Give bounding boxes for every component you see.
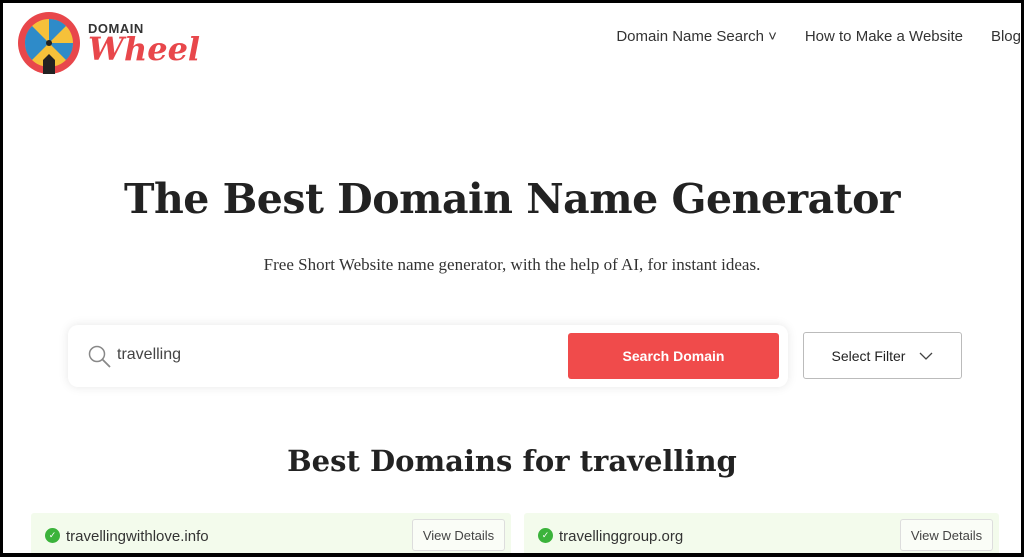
check-icon: ✓ [45, 528, 60, 543]
select-filter-label: Select Filter [831, 347, 906, 364]
page-subtitle: Free Short Website name generator, with … [263, 255, 761, 274]
chevron-down-icon [919, 352, 933, 360]
results-heading-prefix: Best Domains for [287, 444, 580, 478]
search-box: travelling Search Domain [68, 325, 788, 387]
domain-result-card: ✓ travellinggroup.org View Details [524, 513, 999, 553]
search-domain-button[interactable]: Search Domain [568, 333, 779, 379]
page: DOMAIN Wheel Domain Name Search ˅ How to… [3, 3, 1021, 553]
nav-domain-name-search[interactable]: Domain Name Search ˅ [616, 28, 777, 45]
view-details-button[interactable]: View Details [412, 519, 505, 551]
wheel-logo-icon [18, 12, 80, 74]
domain-name[interactable]: travellinggroup.org [559, 528, 683, 545]
domain-name[interactable]: travellingwithlove.info [66, 528, 209, 545]
logo[interactable]: DOMAIN Wheel [16, 10, 200, 76]
search-icon [88, 345, 111, 368]
select-filter-dropdown[interactable]: Select Filter [803, 332, 962, 379]
logo-text-bottom: Wheel [88, 29, 201, 68]
page-title: The Best Domain Name Generator [123, 175, 901, 223]
nav-how-to-make-website[interactable]: How to Make a Website [805, 28, 963, 45]
check-icon: ✓ [538, 528, 553, 543]
search-input[interactable]: travelling [117, 346, 181, 364]
nav-blog[interactable]: Blog [991, 28, 1021, 45]
main-nav: Domain Name Search ˅ How to Make a Websi… [616, 28, 1021, 45]
view-details-button[interactable]: View Details [900, 519, 993, 551]
results-heading: Best Domains for travelling [3, 444, 1021, 478]
results-heading-keyword: travelling [579, 444, 737, 478]
domain-result-card: ✓ travellingwithlove.info View Details [31, 513, 511, 553]
